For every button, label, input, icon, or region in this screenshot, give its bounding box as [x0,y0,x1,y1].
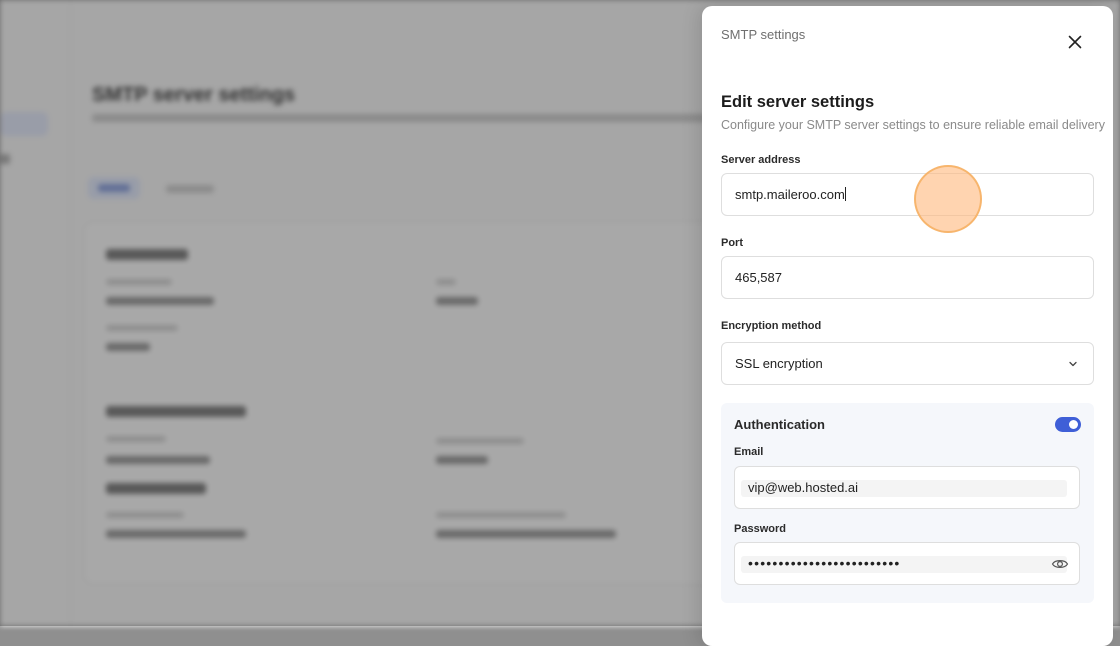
password-value: ••••••••••••••••••••••••• [748,555,901,571]
chevron-down-icon [1069,361,1077,367]
server-address-field[interactable]: smtp.maileroo.com [721,173,1094,216]
smtp-settings-drawer: SMTP settings Edit server settings Confi… [702,6,1113,646]
encryption-method-label: Encryption method [721,320,822,332]
server-address-label: Server address [721,154,801,166]
password-label: Password [734,523,786,535]
encryption-method-select[interactable]: SSL encryption [721,342,1094,385]
server-address-value: smtp.maileroo.com [735,187,845,202]
port-label: Port [721,237,743,249]
close-icon [1068,35,1082,49]
authentication-toggle[interactable] [1055,417,1081,432]
email-label: Email [734,446,764,458]
authentication-panel: Authentication Email Password ••••••••••… [721,403,1094,603]
password-field[interactable]: ••••••••••••••••••••••••• [734,542,1080,585]
port-input[interactable] [735,257,1080,298]
text-cursor [844,187,846,201]
authentication-title: Authentication [734,417,825,432]
section-subtitle: Configure your SMTP server settings to e… [721,118,1105,132]
port-field[interactable] [721,256,1094,299]
toggle-knob [1069,420,1078,429]
encryption-method-selected: SSL encryption [735,356,823,371]
click-indicator [914,165,982,233]
eye-icon[interactable] [1051,556,1069,572]
email-input[interactable] [748,467,1066,508]
section-title: Edit server settings [721,93,875,111]
drawer-title: SMTP settings [721,27,806,42]
close-button[interactable] [1065,32,1085,52]
email-field[interactable] [734,466,1080,509]
